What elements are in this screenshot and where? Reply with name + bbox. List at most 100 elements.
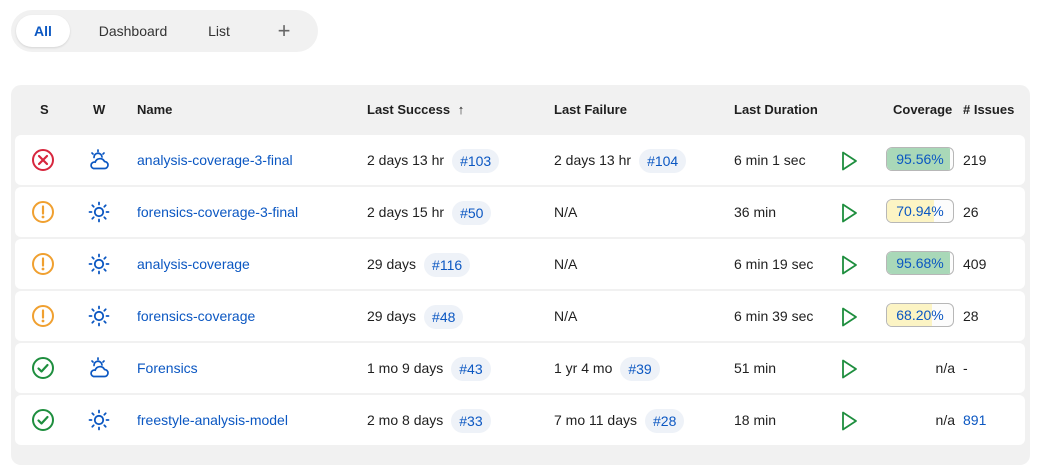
table-row: forensics-coverage 29 days #48 N/A 6 min 39 … xyxy=(15,291,1025,341)
sort-ascending-icon: ↑ xyxy=(457,102,465,117)
last-success-build-link[interactable]: #116 xyxy=(424,253,471,278)
table-row: forensics-coverage-3-final 2 days 15 hr #5… xyxy=(15,187,1025,237)
last-success-time: 1 mo 9 days xyxy=(367,360,444,376)
job-name-link[interactable]: analysis-coverage xyxy=(137,239,250,289)
tab-dashboard[interactable]: Dashboard xyxy=(85,15,181,47)
column-header-last-success[interactable]: Last Success ↑ xyxy=(367,102,464,117)
last-duration-cell: 51 min xyxy=(734,360,777,376)
play-icon xyxy=(837,411,861,437)
job-name-link[interactable]: Forensics xyxy=(137,343,198,393)
job-name-link[interactable]: freestyle-analysis-model xyxy=(137,395,288,445)
last-duration-cell: 6 min 39 sec xyxy=(734,308,814,324)
last-success-build-link[interactable]: #48 xyxy=(424,305,464,330)
add-view-button[interactable]: + xyxy=(267,15,301,47)
column-header-last-failure[interactable]: Last Failure xyxy=(554,102,627,117)
column-header-weather[interactable]: W xyxy=(93,102,105,117)
last-failure-cell: N/A xyxy=(554,291,577,341)
coverage-bar[interactable]: 70.94% xyxy=(886,199,954,223)
last-failure-build-link[interactable]: #39 xyxy=(620,357,660,382)
sunny-weather-icon xyxy=(87,408,111,432)
coverage-bar[interactable]: 68.20% xyxy=(886,303,954,327)
play-icon xyxy=(837,255,861,281)
last-failure-time: 2 days 13 hr xyxy=(554,152,632,168)
jobs-table: S W Name Last Success ↑ Last Failure Las… xyxy=(11,85,1030,465)
sunny-weather-icon xyxy=(87,304,111,328)
coverage-value: 70.94% xyxy=(896,203,944,219)
failed-status-icon xyxy=(31,148,55,172)
view-tabs: All Dashboard List + xyxy=(11,10,318,52)
issues-count: 28 xyxy=(963,308,979,324)
run-build-button[interactable] xyxy=(837,357,859,379)
last-failure-time: 7 mo 11 days xyxy=(554,412,638,428)
last-failure-time: 1 yr 4 mo xyxy=(554,360,613,376)
sunny-weather-icon xyxy=(87,252,111,276)
job-name-link[interactable]: forensics-coverage-3-final xyxy=(137,187,298,237)
last-success-build-link[interactable]: #33 xyxy=(451,409,491,434)
last-success-time: 2 mo 8 days xyxy=(367,412,444,428)
coverage-value: 95.56% xyxy=(896,151,944,167)
column-header-status[interactable]: S xyxy=(40,102,49,117)
issues-count: 26 xyxy=(963,204,979,220)
last-success-header-label: Last Success xyxy=(367,102,451,117)
coverage-value: 95.68% xyxy=(896,255,944,271)
tab-all[interactable]: All xyxy=(16,15,70,47)
coverage-bar[interactable]: 95.68% xyxy=(886,251,954,275)
play-icon xyxy=(837,307,861,333)
table-row: analysis-coverage-3-final 2 days 13 hr #10… xyxy=(15,135,1025,185)
run-build-button[interactable] xyxy=(837,305,859,327)
table-row: analysis-coverage 29 days #116 N/A 6 min 19 … xyxy=(15,239,1025,289)
last-success-time: 2 days 15 hr xyxy=(367,204,445,220)
column-header-issues[interactable]: # Issues xyxy=(963,102,1014,117)
column-header-coverage[interactable]: Coverage xyxy=(893,102,952,117)
issues-count: 409 xyxy=(963,256,987,272)
last-success-cell: 1 mo 9 days #43 xyxy=(367,343,491,393)
run-build-button[interactable] xyxy=(837,409,859,431)
run-build-button[interactable] xyxy=(837,201,859,223)
unstable-status-icon xyxy=(31,304,55,328)
cloudy-weather-icon xyxy=(87,148,111,172)
last-duration-cell: 18 min xyxy=(734,412,777,428)
last-success-time: 2 days 13 hr xyxy=(367,152,445,168)
last-success-build-link[interactable]: #103 xyxy=(452,149,500,174)
job-name-link[interactable]: forensics-coverage xyxy=(137,291,255,341)
column-header-last-duration[interactable]: Last Duration xyxy=(734,102,818,117)
table-row: Forensics 1 mo 9 days #43 1 yr 4 mo #39 51 mi… xyxy=(15,343,1025,393)
sunny-weather-icon xyxy=(87,200,111,224)
last-success-cell: 2 days 13 hr #103 xyxy=(367,135,500,185)
last-failure-cell: 2 days 13 hr #104 xyxy=(554,135,687,185)
last-success-build-link[interactable]: #50 xyxy=(452,201,492,226)
play-icon xyxy=(837,359,861,385)
coverage-bar[interactable]: 95.56% xyxy=(886,147,954,171)
coverage-value: n/a xyxy=(935,360,955,376)
coverage-value: 68.20% xyxy=(896,307,944,323)
last-failure-time: N/A xyxy=(554,256,578,272)
run-build-button[interactable] xyxy=(837,253,859,275)
last-failure-build-link[interactable]: #28 xyxy=(645,409,685,434)
last-failure-cell: 7 mo 11 days #28 xyxy=(554,395,685,445)
column-header-name[interactable]: Name xyxy=(137,102,172,117)
last-failure-cell: 1 yr 4 mo #39 xyxy=(554,343,660,393)
last-success-cell: 2 mo 8 days #33 xyxy=(367,395,491,445)
coverage-value: n/a xyxy=(935,412,955,428)
issues-count[interactable]: 891 xyxy=(963,395,986,445)
last-success-cell: 29 days #116 xyxy=(367,239,471,289)
last-duration-cell: 36 min xyxy=(734,204,777,220)
last-duration-cell: 6 min 1 sec xyxy=(734,152,806,168)
last-success-time: 29 days xyxy=(367,256,417,272)
last-success-cell: 2 days 15 hr #50 xyxy=(367,187,492,237)
last-failure-cell: N/A xyxy=(554,187,577,237)
cloudy-weather-icon xyxy=(87,356,111,380)
job-name-link[interactable]: analysis-coverage-3-final xyxy=(137,135,293,185)
run-build-button[interactable] xyxy=(837,149,859,171)
last-failure-build-link[interactable]: #104 xyxy=(639,149,687,174)
tab-list[interactable]: List xyxy=(195,15,243,47)
last-failure-cell: N/A xyxy=(554,239,577,289)
issues-count: 219 xyxy=(963,152,987,168)
success-status-icon xyxy=(31,408,55,432)
success-status-icon xyxy=(31,356,55,380)
last-failure-time: N/A xyxy=(554,204,578,220)
last-success-build-link[interactable]: #43 xyxy=(451,357,491,382)
unstable-status-icon xyxy=(31,252,55,276)
last-duration-cell: 6 min 19 sec xyxy=(734,256,814,272)
play-icon xyxy=(837,151,861,177)
